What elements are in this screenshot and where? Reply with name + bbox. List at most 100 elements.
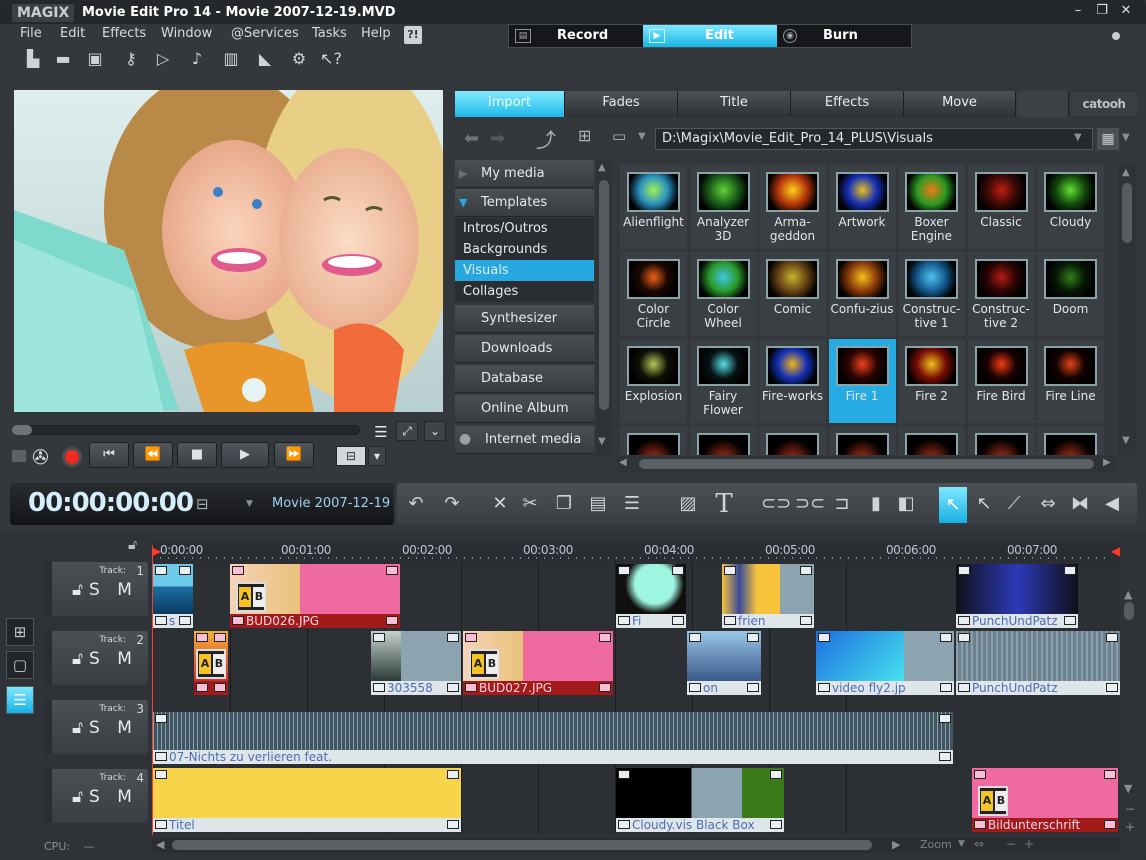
navigation-scrollbar[interactable]: ▲ ▼ [596, 160, 612, 456]
nav-visuals[interactable]: Visuals [455, 260, 594, 281]
tab-edit[interactable]: ▶ Edit [643, 25, 777, 47]
tab-title[interactable]: Title [678, 91, 791, 117]
clip-handle[interactable] [155, 820, 167, 829]
clip-handle[interactable] [1064, 616, 1076, 625]
visual-tile[interactable]: Confu-zius [828, 252, 896, 336]
tab-move[interactable]: Move [904, 91, 1016, 117]
menu-edit[interactable]: Edit [60, 26, 85, 41]
clip-handle[interactable] [386, 566, 398, 575]
clip-handle[interactable] [1106, 633, 1118, 642]
zoom-dropdown-icon[interactable]: ▼ [958, 839, 965, 849]
track-lock-icon[interactable]: 🔓︎ [72, 580, 89, 600]
visual-tile[interactable] [620, 426, 687, 455]
clip-handle[interactable] [465, 683, 477, 692]
clip-handle[interactable] [618, 566, 630, 575]
visual-tile[interactable] [967, 426, 1035, 455]
catooh-logo[interactable]: catooh [1071, 92, 1137, 116]
solo-button[interactable]: S [89, 787, 106, 807]
scroll-thumb[interactable] [1124, 602, 1134, 620]
track-header[interactable]: Track: 3 🔓︎S M [44, 700, 148, 754]
zoom-fit-icon[interactable]: ⇔ [974, 837, 984, 851]
clip-handle[interactable] [214, 633, 226, 642]
clip-handle[interactable] [447, 770, 459, 779]
clip-handle[interactable] [974, 820, 986, 829]
nav-internet-media[interactable]: ● Internet media [455, 426, 594, 454]
clip-handle[interactable] [974, 770, 986, 779]
track-lock-icon[interactable]: 🔓︎ [72, 718, 89, 738]
visual-tile[interactable]: Fire 1 [828, 339, 896, 423]
view-mode-icon[interactable]: ▦ [1097, 128, 1119, 150]
computer-icon[interactable]: ▭ [612, 127, 626, 145]
back-arrow-icon[interactable]: ⬅ [464, 128, 479, 149]
timeline-clip[interactable]: A B BUD027.JPG [463, 631, 613, 695]
zoom-in-icon[interactable]: + [1024, 837, 1034, 851]
visual-tile[interactable]: Boxer Engine [898, 165, 965, 249]
clip-handle[interactable] [196, 633, 208, 642]
zoom-label[interactable]: Zoom [920, 838, 952, 851]
menu-services[interactable]: @Services [231, 26, 299, 41]
rewind-button[interactable]: ⏪ [133, 442, 173, 468]
end-marker-icon[interactable]: ◀ [1111, 544, 1120, 558]
minimize-button[interactable]: – [1068, 3, 1088, 18]
clip-handle[interactable] [770, 820, 782, 829]
ab-transition-icon[interactable]: AB [469, 649, 499, 679]
clip-handle[interactable] [747, 633, 759, 642]
scroll-down-icon[interactable]: ▼ [1124, 782, 1132, 795]
nav-collages[interactable]: Collages [455, 281, 594, 302]
ab-transition-icon[interactable]: AB [236, 582, 266, 612]
clip-handle[interactable] [958, 683, 970, 692]
track-zoom-out-icon[interactable]: − [1125, 802, 1135, 816]
clip-handle[interactable] [447, 633, 459, 642]
lock-ruler-icon[interactable]: 🔓︎ [128, 537, 137, 553]
mouse-mode-multi-icon[interactable]: ↖ [971, 491, 997, 517]
nav-synthesizer[interactable]: Synthesizer [455, 305, 594, 333]
clip-handle[interactable] [447, 683, 459, 692]
nav-downloads[interactable]: Downloads [455, 335, 594, 363]
clip-handle[interactable] [770, 770, 782, 779]
clip-handle[interactable] [939, 714, 951, 723]
clip-handle[interactable] [1106, 683, 1118, 692]
clip-handle[interactable] [196, 683, 208, 692]
clip-handle[interactable] [940, 633, 952, 642]
timeline-clip[interactable]: on [687, 631, 761, 695]
timeline-clip[interactable]: frien [722, 564, 814, 628]
open-folder-icon[interactable]: ▬ [52, 48, 74, 70]
track-lock-icon[interactable]: 🔓︎ [72, 787, 89, 807]
clip-handle[interactable] [179, 566, 191, 575]
track-lock-icon[interactable]: 🔓︎ [72, 649, 89, 669]
film-reel-icon[interactable]: ✇ [32, 445, 49, 469]
zoom-out-icon[interactable]: − [1006, 837, 1016, 851]
visual-tile[interactable]: Fire Line [1037, 339, 1104, 423]
collapse-chevrons-icon[interactable]: ⌄ [424, 421, 446, 441]
clip-handle[interactable] [155, 714, 167, 723]
menu-window[interactable]: Window [161, 26, 212, 41]
visual-tile[interactable] [828, 426, 896, 455]
scroll-thumb[interactable] [1122, 183, 1132, 243]
scroll-right-icon[interactable]: ▶ [892, 838, 900, 851]
seek-bar-handle[interactable] [12, 425, 32, 435]
scene-view-button[interactable]: ▢ [6, 651, 34, 679]
nav-database[interactable]: Database [455, 365, 594, 393]
clip-handle[interactable] [1064, 566, 1076, 575]
clip-handle[interactable] [618, 770, 630, 779]
timeline-clip[interactable]: A B Bildunterschrift [972, 768, 1118, 832]
clip-handle[interactable] [689, 683, 701, 692]
scroll-up-icon[interactable]: ▲ [1122, 167, 1130, 178]
visual-tile[interactable]: Explosion [620, 339, 687, 423]
clip-handle[interactable] [618, 820, 630, 829]
visual-tile[interactable]: Artwork [828, 165, 896, 249]
visual-tile[interactable]: Comic [759, 252, 826, 336]
view-mode-dropdown-icon[interactable]: ▼ [1122, 132, 1130, 143]
clip-handle[interactable] [386, 616, 398, 625]
razor-dropdown-icon[interactable]: ▾ [368, 446, 386, 466]
close-button[interactable]: ✕ [1116, 3, 1136, 18]
title-text-icon[interactable]: T [711, 491, 737, 517]
curve-mode-icon[interactable]: ⟋ [1001, 491, 1027, 517]
visual-tile[interactable]: Fire 2 [898, 339, 965, 423]
tab-record[interactable]: ▤ Record [509, 25, 643, 47]
timeline-clip[interactable]: Titel [153, 768, 461, 832]
timeline-clip[interactable]: 303558 [371, 631, 461, 695]
overlap-icon[interactable]: ◧ [893, 491, 919, 517]
timecode-display[interactable]: 00:00:00:00 [28, 488, 194, 518]
mute-button[interactable]: M [117, 580, 138, 600]
